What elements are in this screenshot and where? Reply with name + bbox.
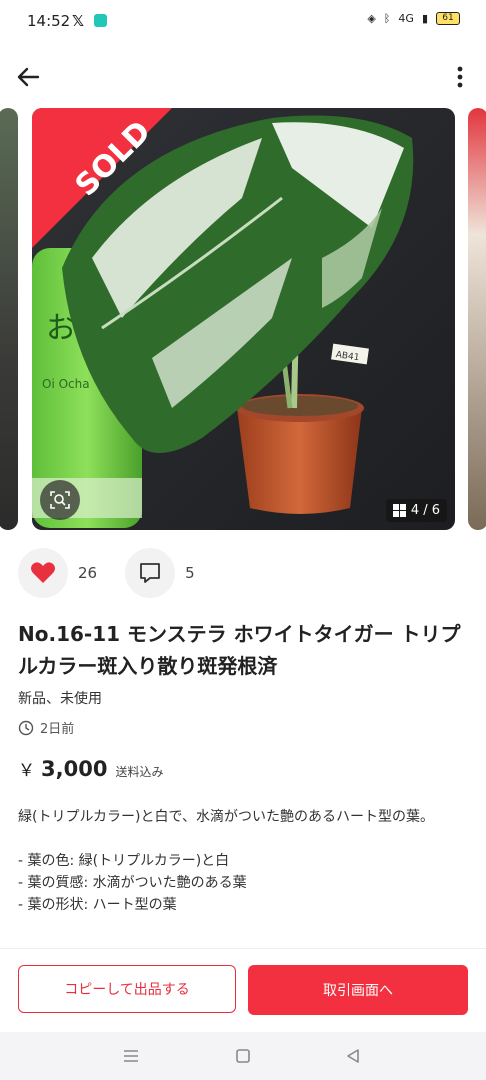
image-search-icon (50, 491, 70, 509)
status-bar: 14:52 𝕏 ◈ ᛒ 4G ▮ 61 (0, 0, 486, 42)
square-icon (236, 1049, 250, 1063)
comment-button[interactable] (125, 548, 176, 598)
bluetooth-icon: ᛒ (383, 12, 391, 25)
price: ￥ 3,000 送料込み (18, 756, 163, 781)
back-button[interactable] (14, 62, 44, 92)
action-row: 26 5 (18, 548, 223, 598)
home-button[interactable] (232, 1045, 254, 1067)
shipping-label: 送料込み (115, 765, 164, 779)
arrow-left-icon (17, 67, 40, 87)
next-image-peek[interactable] (468, 108, 486, 530)
status-right: ◈ ᛒ 4G ▮ 61 (367, 12, 460, 25)
bottle-brand: Oi Ocha (42, 377, 90, 391)
triangle-back-icon (347, 1049, 359, 1063)
posted-time-text: 2日前 (40, 722, 75, 737)
item-title: No.16-11 モンステラ ホワイトタイガー トリプルカラー斑入り散り斑発根済 (18, 622, 461, 678)
description-line: - 葉の色: 緑(トリプルカラー)と白 (18, 853, 230, 869)
clock-icon (18, 720, 34, 735)
copy-listing-button[interactable]: コピーして出品する (18, 965, 236, 1013)
network-label: 4G (398, 12, 414, 25)
item-description: 緑(トリプルカラー)と白で、水滴がついた艶のあるハート型の葉。 - 葉の色: 緑… (18, 806, 468, 916)
x-app-icon: 𝕏 (72, 12, 85, 30)
image-search-button[interactable] (40, 480, 80, 520)
go-to-trade-button[interactable]: 取引画面へ (248, 965, 468, 1015)
item-condition: 新品、未使用 (18, 691, 102, 707)
price-amount: 3,000 (41, 757, 108, 781)
status-time: 14:52 (27, 12, 71, 30)
bottom-action-bar: コピーして出品する 取引画面へ (0, 948, 486, 1033)
battery-icon: 61 (436, 12, 460, 25)
notification-app-icon (94, 14, 107, 27)
product-photo: お茶 Oi Ocha AB41 (32, 108, 455, 530)
price-symbol: ￥ (18, 761, 35, 781)
app-bar (0, 52, 486, 100)
vertical-dots-icon (457, 66, 463, 88)
description-line: - 葉の形状: ハート型の葉 (18, 897, 177, 913)
description-line: - 葉の質感: 水滴がついた艶のある葉 (18, 875, 247, 891)
image-carousel[interactable]: お茶 Oi Ocha AB41 SOLD (0, 108, 486, 530)
product-image[interactable]: お茶 Oi Ocha AB41 SOLD (32, 108, 455, 530)
system-nav-bar (0, 1032, 486, 1080)
heart-icon (31, 562, 55, 583)
image-counter-text: 4 / 6 (410, 503, 440, 518)
comment-count: 5 (185, 564, 195, 582)
recent-apps-button[interactable] (120, 1045, 142, 1067)
nfc-icon: ◈ (367, 12, 376, 25)
previous-image-peek[interactable] (0, 108, 18, 530)
more-options-button[interactable] (450, 64, 470, 90)
image-counter: 4 / 6 (385, 499, 447, 522)
signal-icon: ▮ (421, 12, 428, 25)
posted-time: 2日前 (18, 718, 74, 737)
back-nav-button[interactable] (342, 1045, 364, 1067)
grid-icon (392, 504, 406, 517)
description-intro: 緑(トリプルカラー)と白で、水滴がついた艶のあるハート型の葉。 (18, 809, 434, 825)
like-count: 26 (78, 564, 98, 582)
menu-icon (124, 1050, 138, 1062)
like-button[interactable] (18, 548, 68, 598)
speech-bubble-icon (140, 563, 160, 583)
